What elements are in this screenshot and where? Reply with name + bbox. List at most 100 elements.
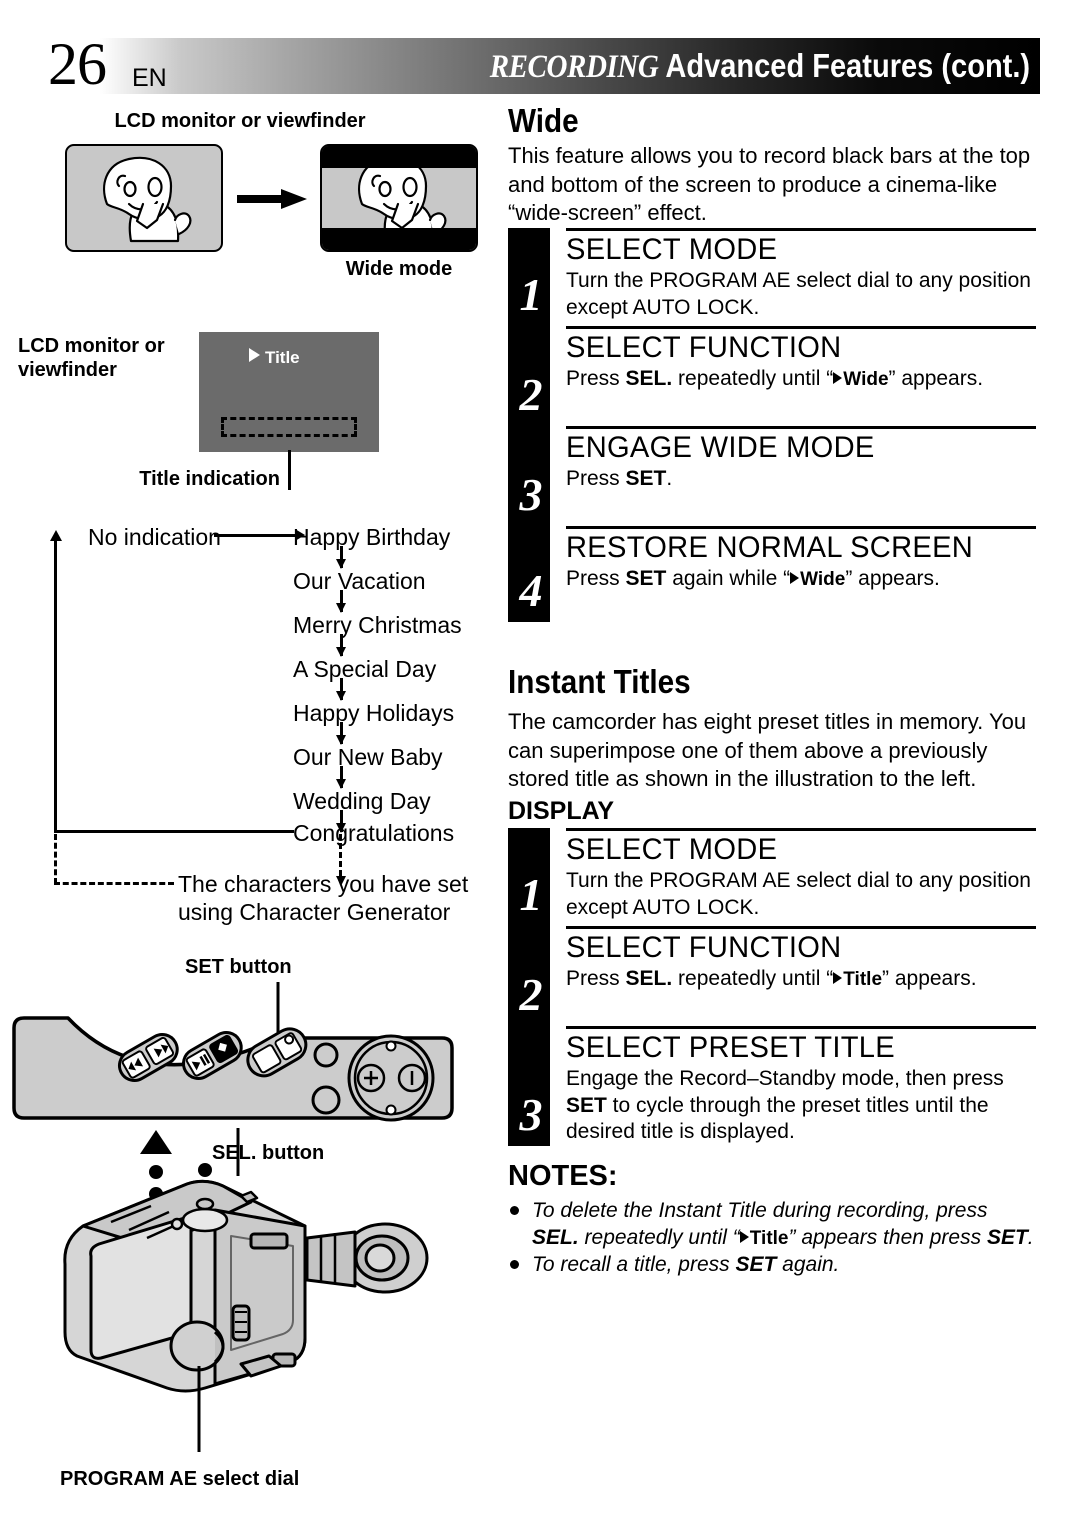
osd-label: Title: [843, 969, 883, 991]
step-number: 4: [519, 565, 543, 616]
title-leader-line: [288, 450, 291, 490]
note-post: ” appears then press: [788, 1225, 987, 1249]
section-body-instant-titles: The camcorder has eight preset titles in…: [508, 709, 1027, 792]
flow-item: Merry Christmas: [293, 612, 462, 638]
note-bold-1: SET: [735, 1253, 777, 1277]
steps-list-wide: 1 SELECT MODE Turn the PROGRAM AE select…: [508, 228, 1036, 622]
step-desc-button: SEL.: [625, 967, 673, 991]
osd-indicator: Title: [833, 969, 882, 990]
note-item: To delete the Instant Title during recor…: [508, 1198, 1038, 1251]
flow-item: Wedding Day: [293, 788, 431, 814]
step-number: 1: [519, 869, 543, 920]
black-bar-top-overlay: [322, 146, 476, 168]
header-title-section: RECORDING: [489, 49, 659, 85]
figure-caption-lcd-viewfinder-2: LCD monitor or viewfinder: [18, 335, 165, 382]
note-bold-1: SEL.: [532, 1225, 579, 1249]
right-instruction-column: Wide This feature allows you to record b…: [508, 100, 1048, 1520]
step-title: SELECT FUNCTION: [566, 931, 842, 964]
osd-title-label: Title: [265, 348, 300, 367]
step-desc-mid: .: [666, 467, 673, 491]
note-mid: repeatedly until “: [578, 1225, 740, 1249]
section-body-wide: This feature allows you to record black …: [508, 143, 1031, 226]
notes-list: To delete the Instant Title during recor…: [508, 1198, 1038, 1280]
flow-arrow-down-icon: [336, 634, 346, 657]
step-item: 3 SELECT PRESET TITLE Engage the Record–…: [508, 1026, 1036, 1146]
osd-label: Wide: [800, 569, 846, 591]
header-title: RECORDING Advanced Features (cont.): [490, 47, 1030, 86]
page-number: 26: [48, 31, 107, 97]
step-title: SELECT PRESET TITLE: [566, 1031, 895, 1064]
flow-dashed-line-vertical: [54, 834, 57, 884]
step-desc-pre: Press: [566, 467, 626, 491]
figure-camcorder: PROGRAM AE select dial: [0, 1160, 500, 1520]
page-language-code: EN: [132, 64, 167, 92]
flow-item: Happy Birthday: [293, 524, 451, 550]
note-pre: To recall a title, press: [532, 1253, 736, 1277]
osd-indicator: Title: [739, 1227, 789, 1249]
display-label: DISPLAY: [508, 797, 615, 825]
step-item: 2 SELECT FUNCTION Press SEL. repeatedly …: [508, 326, 1036, 426]
bullet-icon: [510, 1206, 519, 1215]
page-header: 26 EN RECORDING Advanced Features (cont.…: [40, 34, 1040, 94]
left-illustration-column: LCD monitor or viewfinder Wide mode LCD …: [0, 100, 500, 1520]
step-desc-button: SEL.: [625, 367, 673, 391]
step-desc-pre: Press: [566, 367, 626, 391]
note-end: .: [1027, 1225, 1034, 1249]
flow-item: Our New Baby: [293, 744, 443, 770]
step-item: 4 RESTORE NORMAL SCREEN Press SET again …: [508, 526, 1036, 622]
step-desc-mid: repeatedly until “: [672, 967, 834, 991]
flow-item: Congratulations: [293, 820, 455, 846]
step-desc-text: Turn the PROGRAM AE select dial to any p…: [566, 869, 1031, 919]
figure-caption-wide-mode: Wide mode: [345, 258, 453, 280]
camcorder-illustration: [63, 1163, 429, 1452]
bullet-icon: [510, 1260, 519, 1270]
notes-heading: NOTES:: [508, 1160, 618, 1192]
play-triangle-icon: [833, 372, 843, 385]
lcd-wide-preview: [320, 144, 478, 252]
header-title-subsection: Advanced Features (cont.): [665, 47, 1030, 84]
step-desc-post: ” appears.: [845, 567, 940, 591]
step-title: SELECT MODE: [566, 833, 778, 866]
flow-return-line-horizontal: [54, 830, 294, 833]
flow-start-label: No indication: [88, 524, 221, 550]
black-bar-bottom: [322, 228, 476, 250]
step-desc-pre: Engage the Record–Standby mode, then pre…: [566, 1067, 1004, 1091]
step-description: Press SET again while “ Wide” appears.: [566, 564, 1036, 592]
small-round-button-top: [313, 1042, 339, 1068]
step-desc-button: SET: [566, 1093, 607, 1117]
flow-arrow-down-icon: [336, 590, 346, 613]
osd-label: Title: [749, 1227, 789, 1249]
steps-list-instant-titles: 1 SELECT MODE Turn the PROGRAM AE select…: [508, 828, 1036, 1146]
step-desc-mid: repeatedly until “: [672, 367, 834, 391]
step-desc-pre: Press: [566, 967, 626, 991]
step-description: Turn the PROGRAM AE select dial to any p…: [566, 266, 1036, 321]
note-item: To recall a title, press SET again.: [508, 1252, 1038, 1279]
section-heading-instant-titles: Instant Titles: [508, 663, 691, 700]
note-pre: To delete the Instant Title during recor…: [532, 1199, 988, 1222]
flow-item: Our Vacation: [293, 568, 426, 594]
step-item: 2 SELECT FUNCTION Press SEL. repeatedly …: [508, 926, 1036, 1026]
step-title: SELECT FUNCTION: [566, 331, 842, 364]
step-number: 2: [519, 369, 543, 420]
step-desc-post: ” appears.: [882, 967, 977, 991]
osd-label: Wide: [843, 369, 889, 391]
power-dial: [347, 1034, 435, 1122]
callout-program-ae-dial: PROGRAM AE select dial: [60, 1468, 300, 1490]
step-item: 1 SELECT MODE Turn the PROGRAM AE select…: [508, 828, 1036, 926]
step-description: Press SET.: [566, 464, 1036, 492]
figure-caption-title-indication: Title indication: [139, 468, 280, 490]
step-number: 3: [519, 469, 543, 520]
flow-cg-line2: using Character Generator: [178, 899, 451, 926]
step-description: Press SEL. repeatedly until “ Title” appe…: [566, 964, 1036, 992]
connector-arrow-icon: [140, 1130, 172, 1154]
step-title: ENGAGE WIDE MODE: [566, 431, 875, 464]
step-desc-mid: again while “: [666, 567, 791, 591]
step-description: Engage the Record–Standby mode, then pre…: [566, 1064, 1036, 1145]
flow-character-generator-label: The characters you have set using Charac…: [178, 870, 468, 926]
flow-arrow-down-icon: [336, 678, 346, 701]
step-title: RESTORE NORMAL SCREEN: [566, 531, 974, 564]
play-triangle-icon: [739, 1230, 749, 1243]
play-triangle-icon: [249, 348, 260, 362]
lcd-title-preview: Title: [199, 332, 379, 452]
step-desc-text: Turn the PROGRAM AE select dial to any p…: [566, 269, 1031, 319]
